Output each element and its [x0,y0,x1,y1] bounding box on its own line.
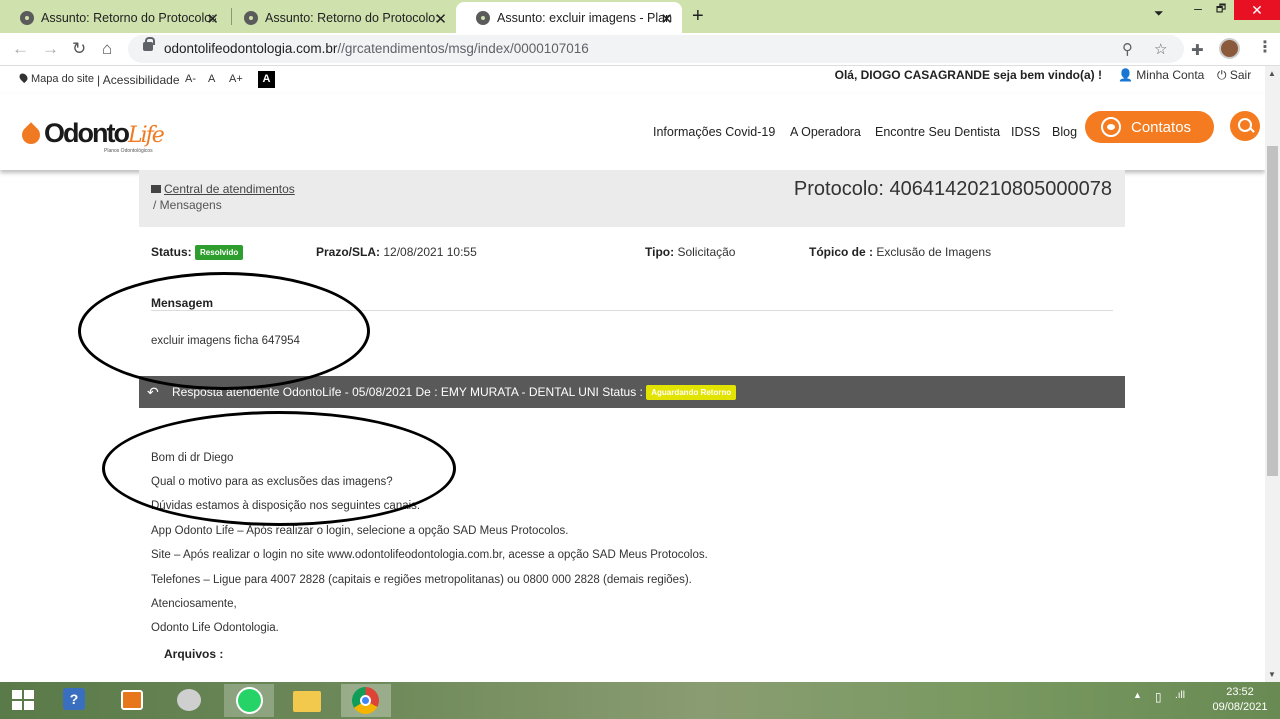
nav-blog[interactable]: Blog [1052,125,1077,139]
chrome-profile-menu-icon[interactable]: ⏷ [1154,6,1164,26]
file-explorer-icon[interactable] [283,684,333,717]
annotation-ellipse [102,411,456,526]
nav-operadora[interactable]: A Operadora [790,125,861,139]
scroll-up-icon[interactable]: ▲ [1268,69,1276,78]
top-utility-bar: Mapa do site | Acessibilidade A- A A+ A … [0,66,1265,94]
media-player-icon[interactable] [108,684,158,717]
breadcrumb-current: / Mensagens [153,198,222,212]
lock-icon[interactable] [143,37,155,51]
font-normal-button[interactable]: A [208,73,215,85]
close-icon[interactable]: ✕ [660,10,673,28]
high-contrast-button[interactable]: A [258,71,275,88]
close-icon[interactable]: ✕ [206,10,219,28]
site-header: OdontoLife Planos Odontológicos Informaç… [0,94,1265,170]
new-tab-button[interactable]: + [692,5,704,28]
contatos-button[interactable]: Contatos [1085,111,1214,143]
protocol-number: Protocolo: 40641420210805000078 [793,178,1112,200]
response-line: Site – Após realizar o login no site www… [151,549,708,561]
signal-icon[interactable]: .ıll [1175,690,1185,701]
tab-label: Assunto: Retorno do Protocolo:4064142021 [41,10,216,25]
status-field: Status: Resolvido [151,245,244,261]
tab-label: Assunto: Retorno do Protocolo:4064142021 [265,10,440,25]
attachments-heading: Arquivos : [164,647,224,661]
restore-button[interactable]: 🗗 [1211,0,1231,20]
browser-tab-2[interactable]: Assunto: Retorno do Protocolo:4064142021… [224,2,456,33]
status-badge: Resolvido [195,245,244,261]
attendant-icon [1101,117,1121,137]
globe-icon [20,10,34,25]
logo-mark-icon [18,122,44,148]
minimize-button[interactable]: – [1188,0,1208,20]
page-scrollbar[interactable]: ▲ ▼ [1265,66,1280,682]
font-decrease-button[interactable]: A- [185,73,196,85]
sitemap-link[interactable]: Mapa do site [17,71,94,85]
response-line: Telefones – Ligue para 4007 2828 (capita… [151,574,692,586]
browser-tab-1[interactable]: Assunto: Retorno do Protocolo:4064142021… [0,2,228,33]
home-icon[interactable]: ⌂ [102,39,112,59]
close-icon[interactable]: ✕ [434,10,447,28]
windows-start-icon[interactable] [12,690,34,710]
extensions-puzzle-icon[interactable]: ✚ [1191,41,1204,59]
help-app-icon[interactable]: ? [55,684,105,717]
response-line: Atenciosamente, [151,598,237,610]
nav-covid[interactable]: Informações Covid-19 [653,125,775,139]
menu-kebab-icon[interactable]: ⋮ [1257,37,1273,57]
response-line: App Odonto Life – Após realizar o login,… [151,525,569,537]
profile-avatar[interactable] [1219,38,1240,59]
power-icon: ⏻ [1217,68,1227,82]
clock-date: 09/08/2021 [1212,701,1268,713]
map-pin-icon [17,71,30,84]
battery-icon[interactable]: ▯ [1155,690,1162,704]
browser-toolbar: ← → ↻ ⌂ odontolifeodontologia.com.br//gr… [0,33,1280,66]
web-page: Mapa do site | Acessibilidade A- A A+ A … [0,66,1265,682]
nav-idss[interactable]: IDSS [1011,125,1040,139]
close-window-button[interactable]: ✕ [1234,0,1280,20]
reply-icon: ↶ [147,384,159,400]
clock[interactable]: 23:52 09/08/2021 [1205,685,1275,715]
windows-taskbar: ? ▲ ▯ .ıll 23:52 09/08/2021 [0,682,1280,719]
whatsapp-icon[interactable] [224,684,274,717]
globe-icon [476,10,490,25]
browser-tab-bar: Assunto: Retorno do Protocolo:4064142021… [0,0,1280,33]
nav-encontre-dentista[interactable]: Encontre Seu Dentista [875,125,1000,139]
globe-icon [244,10,258,25]
annotation-ellipse [78,272,370,390]
response-status-badge: Aguardando Retorno [646,385,737,401]
address-bar[interactable]: odontolifeodontologia.com.br//grcatendim… [128,35,1184,63]
breadcrumb: Central de atendimentos / Mensagens Prot… [139,170,1125,227]
logout-link[interactable]: ⏻ Sair [1217,68,1251,83]
breadcrumb-root[interactable]: Central de atendimentos [151,182,295,196]
accessibility-label: | Acessibilidade [97,73,180,87]
font-increase-button[interactable]: A+ [229,73,243,85]
browser-tab-3[interactable]: Assunto: excluir imagens - Plano Odonto … [456,2,682,33]
scrollbar-thumb[interactable] [1267,146,1278,476]
home-icon [151,185,161,193]
tab-label: Assunto: excluir imagens - Plano Odonto [497,10,672,25]
bookmark-star-icon[interactable]: ☆ [1154,40,1167,58]
tipo-field: Tipo: Solicitação [645,245,736,259]
reload-icon[interactable]: ↻ [72,39,86,59]
url-text: odontolifeodontologia.com.br//grcatendim… [164,41,589,56]
forward-arrow-icon[interactable]: → [42,39,59,59]
search-icon[interactable] [1230,111,1260,141]
zoom-icon[interactable]: ⚲ [1122,40,1133,58]
response-line: Odonto Life Odontologia. [151,622,279,634]
scroll-down-icon[interactable]: ▼ [1268,670,1276,679]
chrome-icon[interactable] [341,684,391,717]
paint-icon[interactable] [165,684,215,717]
my-account-link[interactable]: 👤 Minha Conta [1118,68,1204,82]
tray-expand-icon[interactable]: ▲ [1133,690,1142,700]
back-arrow-icon[interactable]: ← [12,39,29,59]
greeting-text: Olá, DIOGO CASAGRANDE seja bem vindo(a) … [834,68,1102,82]
prazo-field: Prazo/SLA: 12/08/2021 10:55 [316,245,477,259]
user-icon: 👤 [1118,68,1133,82]
topico-field: Tópico de : Exclusão de Imagens [809,245,992,259]
clock-time: 23:52 [1226,686,1254,698]
